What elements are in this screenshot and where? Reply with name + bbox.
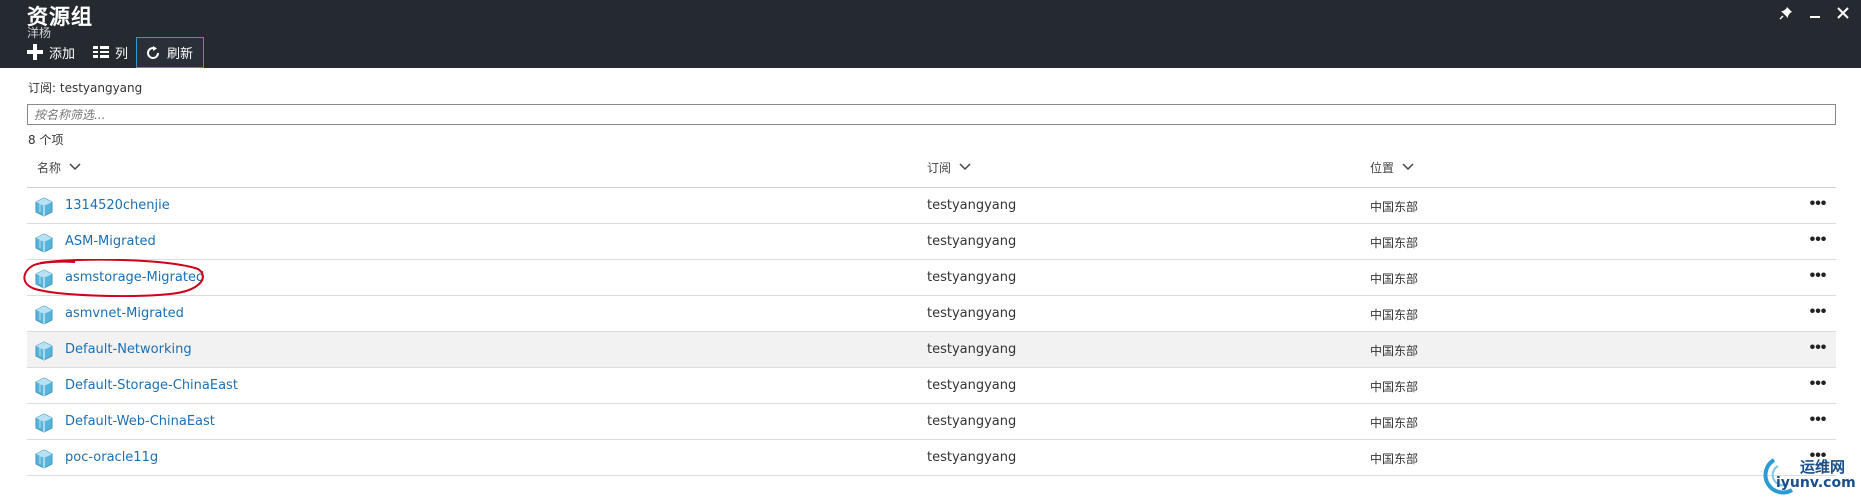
add-button[interactable]: 添加 [27, 38, 75, 66]
resource-group-name-link[interactable]: poc-oracle11g [65, 450, 158, 465]
row-location: 中国东部 [1370, 236, 1419, 250]
row-location: 中国东部 [1370, 380, 1419, 394]
item-count: 8 个项 [28, 133, 64, 147]
add-button-label: 添加 [49, 46, 76, 62]
row-location: 中国东部 [1370, 200, 1419, 214]
pin-icon[interactable] [1776, 6, 1796, 24]
resource-group-icon [35, 233, 53, 253]
resource-group-name-link[interactable]: ASM-Migrated [65, 234, 156, 249]
chevron-down-icon [69, 163, 81, 171]
resource-group-icon [35, 341, 53, 361]
more-options-icon[interactable]: ••• [1806, 194, 1830, 214]
resource-group-icon [35, 305, 53, 325]
table-row[interactable]: 1314520chenjie testyangyang 中国东部 ••• [27, 188, 1836, 224]
more-options-icon[interactable]: ••• [1806, 338, 1830, 358]
row-subscription: testyangyang [927, 270, 1017, 285]
row-subscription: testyangyang [927, 342, 1017, 357]
plus-icon [27, 44, 43, 60]
resource-group-icon [35, 377, 53, 397]
refresh-icon [147, 45, 160, 59]
row-subscription: testyangyang [927, 450, 1017, 465]
more-options-icon[interactable]: ••• [1806, 230, 1830, 250]
more-options-icon[interactable]: ••• [1806, 410, 1830, 430]
table-row[interactable]: ASM-Migrated testyangyang 中国东部 ••• [27, 224, 1836, 260]
table-row[interactable]: Default-Storage-ChinaEast testyangyang 中国东… [27, 368, 1836, 404]
columns-button-label: 列 [115, 46, 129, 62]
chevron-down-icon [959, 163, 971, 171]
watermark-url: iyunv.com [1776, 475, 1856, 491]
column-header-subscription[interactable]: 订阅 [927, 157, 971, 177]
refresh-button-label: 刷新 [167, 47, 194, 62]
resource-group-name-link[interactable]: 1314520chenjie [65, 198, 170, 213]
row-location: 中国东部 [1370, 452, 1419, 466]
blade-header: 资源组 洋杨 添加 列 刷新 [0, 0, 1861, 68]
column-header-location[interactable]: 位置 [1370, 157, 1414, 177]
more-options-icon[interactable]: ••• [1806, 374, 1830, 394]
refresh-button[interactable]: 刷新 [136, 37, 205, 68]
column-header-subscription-label: 订阅 [927, 160, 952, 175]
row-location: 中国东部 [1370, 272, 1419, 286]
row-location: 中国东部 [1370, 344, 1419, 358]
row-subscription: testyangyang [927, 378, 1017, 393]
columns-button[interactable]: 列 [93, 38, 128, 66]
resource-group-icon [35, 197, 53, 217]
highlight-annotation [23, 259, 204, 297]
row-subscription: testyangyang [927, 198, 1017, 213]
row-location: 中国东部 [1370, 308, 1419, 322]
table-row[interactable]: asmstorage-Migrated testyangyang 中国东部 ••• [27, 260, 1836, 296]
column-header-location-label: 位置 [1370, 160, 1395, 175]
row-subscription: testyangyang [927, 414, 1017, 429]
table-row[interactable]: asmvnet-Migrated testyangyang 中国东部 ••• [27, 296, 1836, 332]
watermark-text: 运维网 [1800, 458, 1846, 476]
table-row[interactable]: Default-Networking testyangyang 中国东部 ••• [27, 332, 1836, 368]
resource-group-name-link[interactable]: Default-Storage-ChinaEast [65, 378, 238, 393]
table-row[interactable]: poc-oracle11g testyangyang 中国东部 ••• [27, 440, 1836, 476]
resource-group-name-link[interactable]: Default-Networking [65, 342, 192, 357]
resource-group-name-link[interactable]: asmvnet-Migrated [65, 306, 184, 321]
row-subscription: testyangyang [927, 234, 1017, 249]
more-options-icon[interactable]: ••• [1806, 302, 1830, 322]
more-options-icon[interactable]: ••• [1806, 266, 1830, 286]
resource-group-icon [35, 449, 53, 469]
row-subscription: testyangyang [927, 306, 1017, 321]
close-icon[interactable] [1833, 6, 1853, 24]
minimize-icon[interactable] [1805, 6, 1825, 24]
resource-group-icon [35, 413, 53, 433]
chevron-down-icon [1402, 163, 1414, 171]
column-header-name[interactable]: 名称 [37, 157, 81, 177]
table-row[interactable]: Default-Web-ChinaEast testyangyang 中国东部 ••• [27, 404, 1836, 440]
resource-group-name-link[interactable]: Default-Web-ChinaEast [65, 414, 215, 429]
subscription-line: 订阅: testyangyang [28, 81, 143, 95]
column-header-name-label: 名称 [37, 160, 62, 175]
row-location: 中国东部 [1370, 416, 1419, 430]
filter-input[interactable] [27, 104, 1836, 125]
columns-icon [93, 46, 109, 58]
